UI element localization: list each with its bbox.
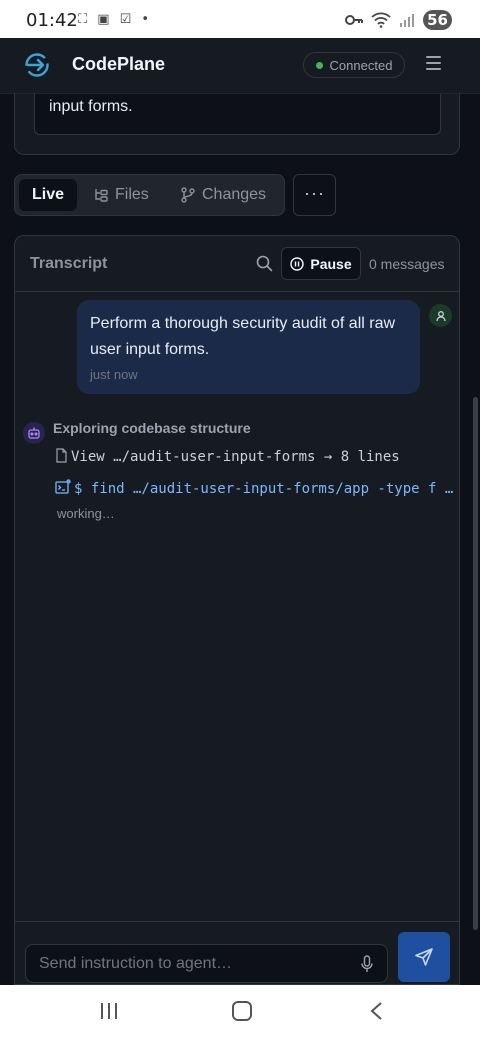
home-icon[interactable] — [232, 1001, 252, 1021]
tab-live[interactable]: Live — [19, 179, 77, 211]
system-icons: 56 — [345, 10, 452, 30]
terminal-icon — [55, 479, 71, 494]
back-icon[interactable] — [369, 1001, 383, 1021]
transcript-panel: Transcript Pause 0 messages Perform a th… — [14, 235, 460, 985]
connection-status-label: Connected — [329, 57, 393, 73]
key-icon — [345, 15, 364, 25]
task-card: input forms. — [14, 94, 460, 155]
tool-view-text: View …/audit-user-input-forms → 8 lines — [71, 449, 400, 465]
app-title: CodePlane — [72, 54, 166, 74]
microphone-icon[interactable] — [360, 955, 374, 973]
tab-changes-label: Changes — [202, 186, 267, 203]
recent-apps-icon[interactable] — [100, 1002, 118, 1020]
system-nav-bar — [0, 985, 480, 1040]
status-time: 01:42 — [26, 10, 78, 31]
send-icon — [415, 948, 433, 966]
instruction-input[interactable] — [25, 944, 388, 983]
tab-live-label: Live — [31, 186, 64, 203]
battery-indicator: 56 — [423, 10, 452, 30]
hamburger-menu-icon[interactable] — [426, 56, 444, 72]
composer — [15, 921, 459, 984]
message-timestamp: just now — [90, 367, 138, 382]
more-options-button[interactable]: ··· — [293, 174, 336, 216]
tab-changes[interactable]: Changes — [180, 179, 266, 211]
file-view-icon — [56, 448, 67, 463]
tool-call-view[interactable]: View …/audit-user-input-forms → 8 lines — [55, 448, 400, 465]
app-header: CodePlane Connected — [0, 38, 480, 94]
search-icon[interactable] — [256, 255, 273, 272]
file-tree-icon — [95, 189, 108, 202]
status-bar: 01:42 ⛶ ▣ ☑ • 56 — [0, 0, 480, 38]
pause-icon — [290, 256, 305, 271]
notification-icons: ⛶ ▣ ☑ • — [78, 12, 153, 27]
signal-icon — [400, 14, 415, 27]
agent-status-text: working… — [57, 506, 115, 521]
scrollbar[interactable] — [473, 397, 478, 930]
pause-button[interactable]: Pause — [281, 247, 361, 280]
tab-files[interactable]: Files — [93, 179, 149, 211]
tab-files-label: Files — [115, 186, 149, 203]
pause-label: Pause — [310, 255, 352, 272]
wifi-icon — [371, 12, 391, 28]
send-button[interactable] — [398, 932, 450, 982]
agent-bot-icon — [23, 422, 45, 444]
user-message-text: Perform a thorough security audit of all… — [90, 315, 396, 358]
transcript-header: Transcript Pause 0 messages — [15, 236, 459, 292]
git-branch-icon — [181, 187, 195, 203]
message-count: 0 messages — [369, 256, 445, 272]
user-message-bubble: Perform a thorough security audit of all… — [77, 300, 420, 394]
status-dot-icon — [315, 61, 323, 69]
task-description-text: input forms. — [49, 98, 133, 115]
task-description-box: input forms. — [34, 94, 441, 135]
user-avatar-icon — [429, 304, 452, 327]
tool-command-text: $ find …/audit-user-input-forms/app -typ… — [74, 481, 454, 497]
agent-step-title: Exploring codebase structure — [53, 420, 251, 436]
view-tabs: Live Files Changes — [14, 174, 285, 216]
transcript-title: Transcript — [30, 255, 108, 272]
connection-status-badge: Connected — [303, 52, 405, 78]
tool-call-command[interactable]: $ find …/audit-user-input-forms/app -typ… — [55, 479, 453, 497]
codeplane-logo-icon — [25, 53, 49, 77]
